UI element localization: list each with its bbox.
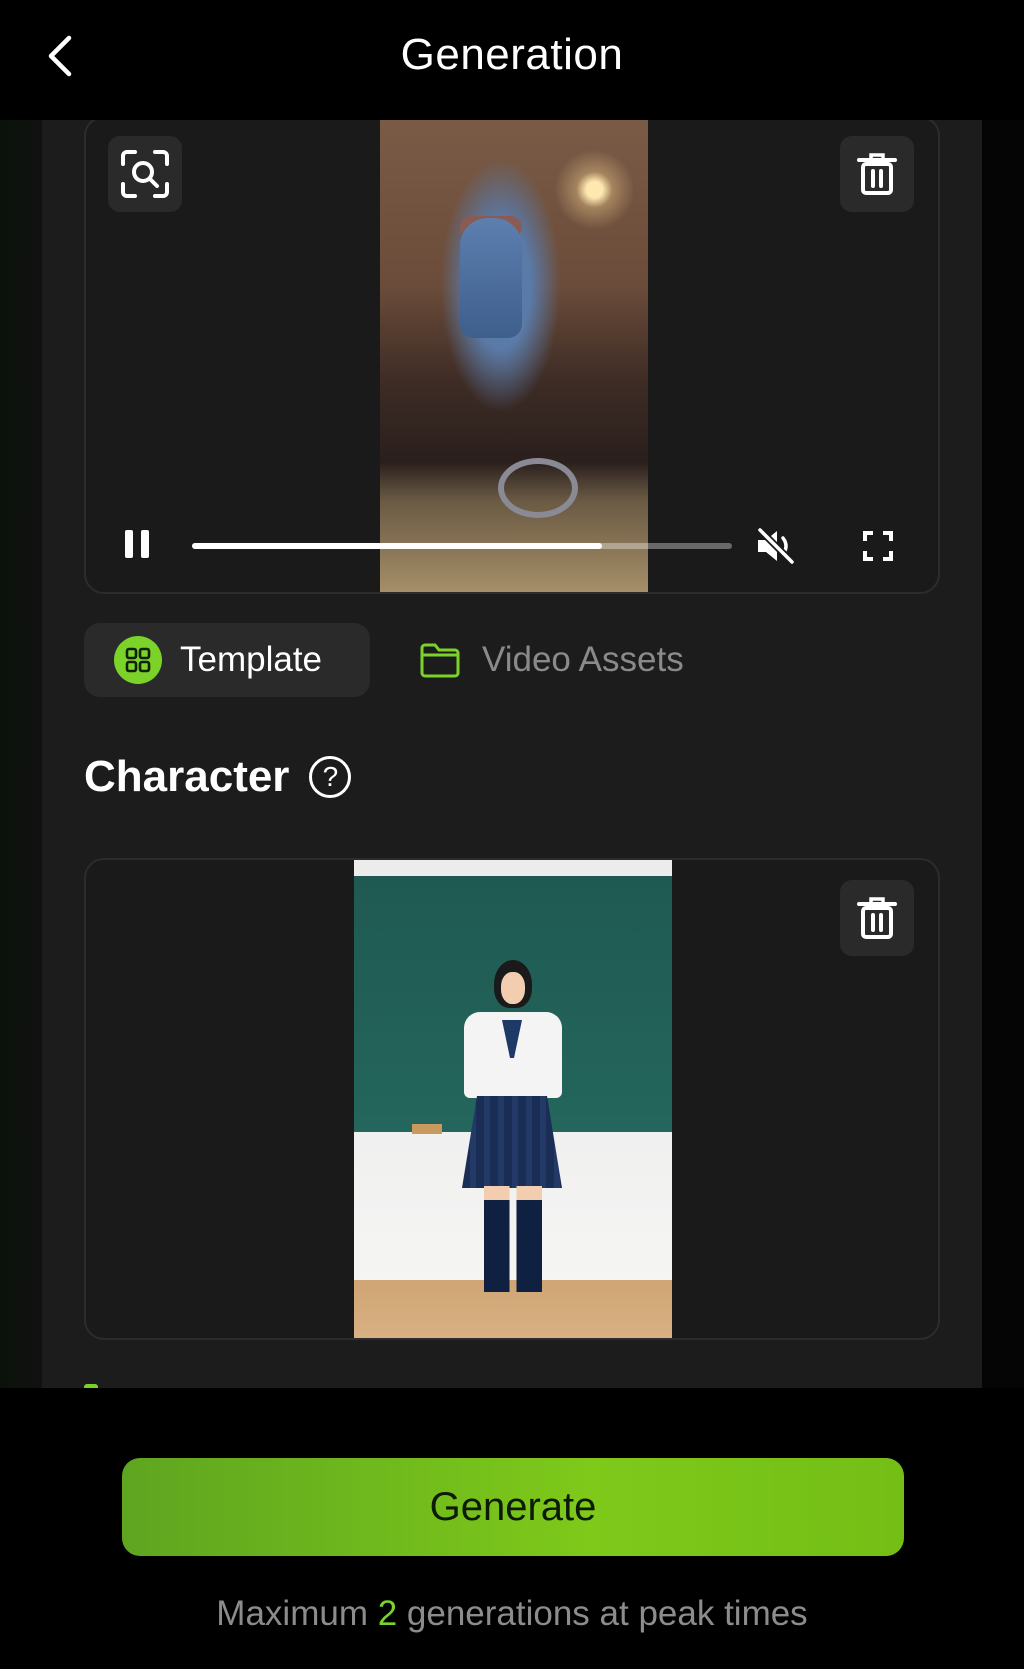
help-icon[interactable]: ? bbox=[309, 756, 352, 798]
video-figure-legs bbox=[460, 218, 522, 338]
character-skirt bbox=[462, 1096, 562, 1188]
trash-icon bbox=[857, 897, 897, 939]
video-progress-bar[interactable] bbox=[192, 543, 732, 549]
tab-video-assets[interactable]: Video Assets bbox=[420, 623, 684, 697]
fullscreen-button[interactable] bbox=[862, 530, 894, 562]
note-count: 2 bbox=[377, 1594, 398, 1633]
character-card[interactable] bbox=[84, 858, 940, 1340]
scan-search-icon bbox=[121, 150, 169, 198]
video-bike bbox=[498, 458, 578, 518]
generate-label: Generate bbox=[429, 1484, 597, 1529]
generate-button[interactable]: Generate bbox=[122, 1458, 904, 1556]
content-panel[interactable]: Template Video Assets Character ? bbox=[42, 120, 982, 1388]
left-edge bbox=[0, 120, 42, 1388]
character-legs bbox=[484, 1186, 542, 1292]
right-edge bbox=[982, 120, 1024, 1388]
tab-template-label: Template bbox=[180, 640, 323, 679]
pause-icon bbox=[125, 530, 133, 558]
video-player[interactable] bbox=[84, 120, 940, 594]
scan-button[interactable] bbox=[108, 136, 182, 212]
grid-icon bbox=[114, 636, 162, 684]
top-bar: Generation bbox=[0, 0, 1024, 120]
trash-icon bbox=[857, 153, 897, 195]
fullscreen-icon bbox=[863, 531, 893, 561]
generation-limit-note: Maximum 2 generations at peak times bbox=[0, 1594, 1024, 1634]
delete-video-button[interactable] bbox=[840, 136, 914, 212]
pause-button[interactable] bbox=[122, 530, 152, 562]
volume-mute-icon bbox=[757, 527, 795, 565]
next-section-stub bbox=[84, 1384, 98, 1388]
pause-icon-bar bbox=[141, 530, 149, 558]
folder-icon bbox=[420, 643, 460, 678]
tab-video-assets-label: Video Assets bbox=[482, 640, 684, 679]
character-header: Character ? bbox=[84, 752, 352, 802]
chalk-eraser bbox=[412, 1124, 442, 1134]
source-tabs: Template Video Assets bbox=[84, 623, 940, 697]
note-suffix: generations at peak times bbox=[397, 1594, 808, 1633]
tab-template[interactable]: Template bbox=[84, 623, 370, 697]
note-prefix: Maximum bbox=[216, 1594, 378, 1633]
character-image[interactable] bbox=[354, 860, 672, 1338]
mute-button[interactable] bbox=[754, 526, 798, 566]
character-face bbox=[501, 972, 525, 1004]
delete-character-button[interactable] bbox=[840, 880, 914, 956]
video-controls bbox=[86, 518, 938, 574]
video-progress-fill bbox=[192, 543, 603, 549]
page-title: Generation bbox=[400, 30, 624, 79]
character-title: Character bbox=[84, 752, 290, 801]
